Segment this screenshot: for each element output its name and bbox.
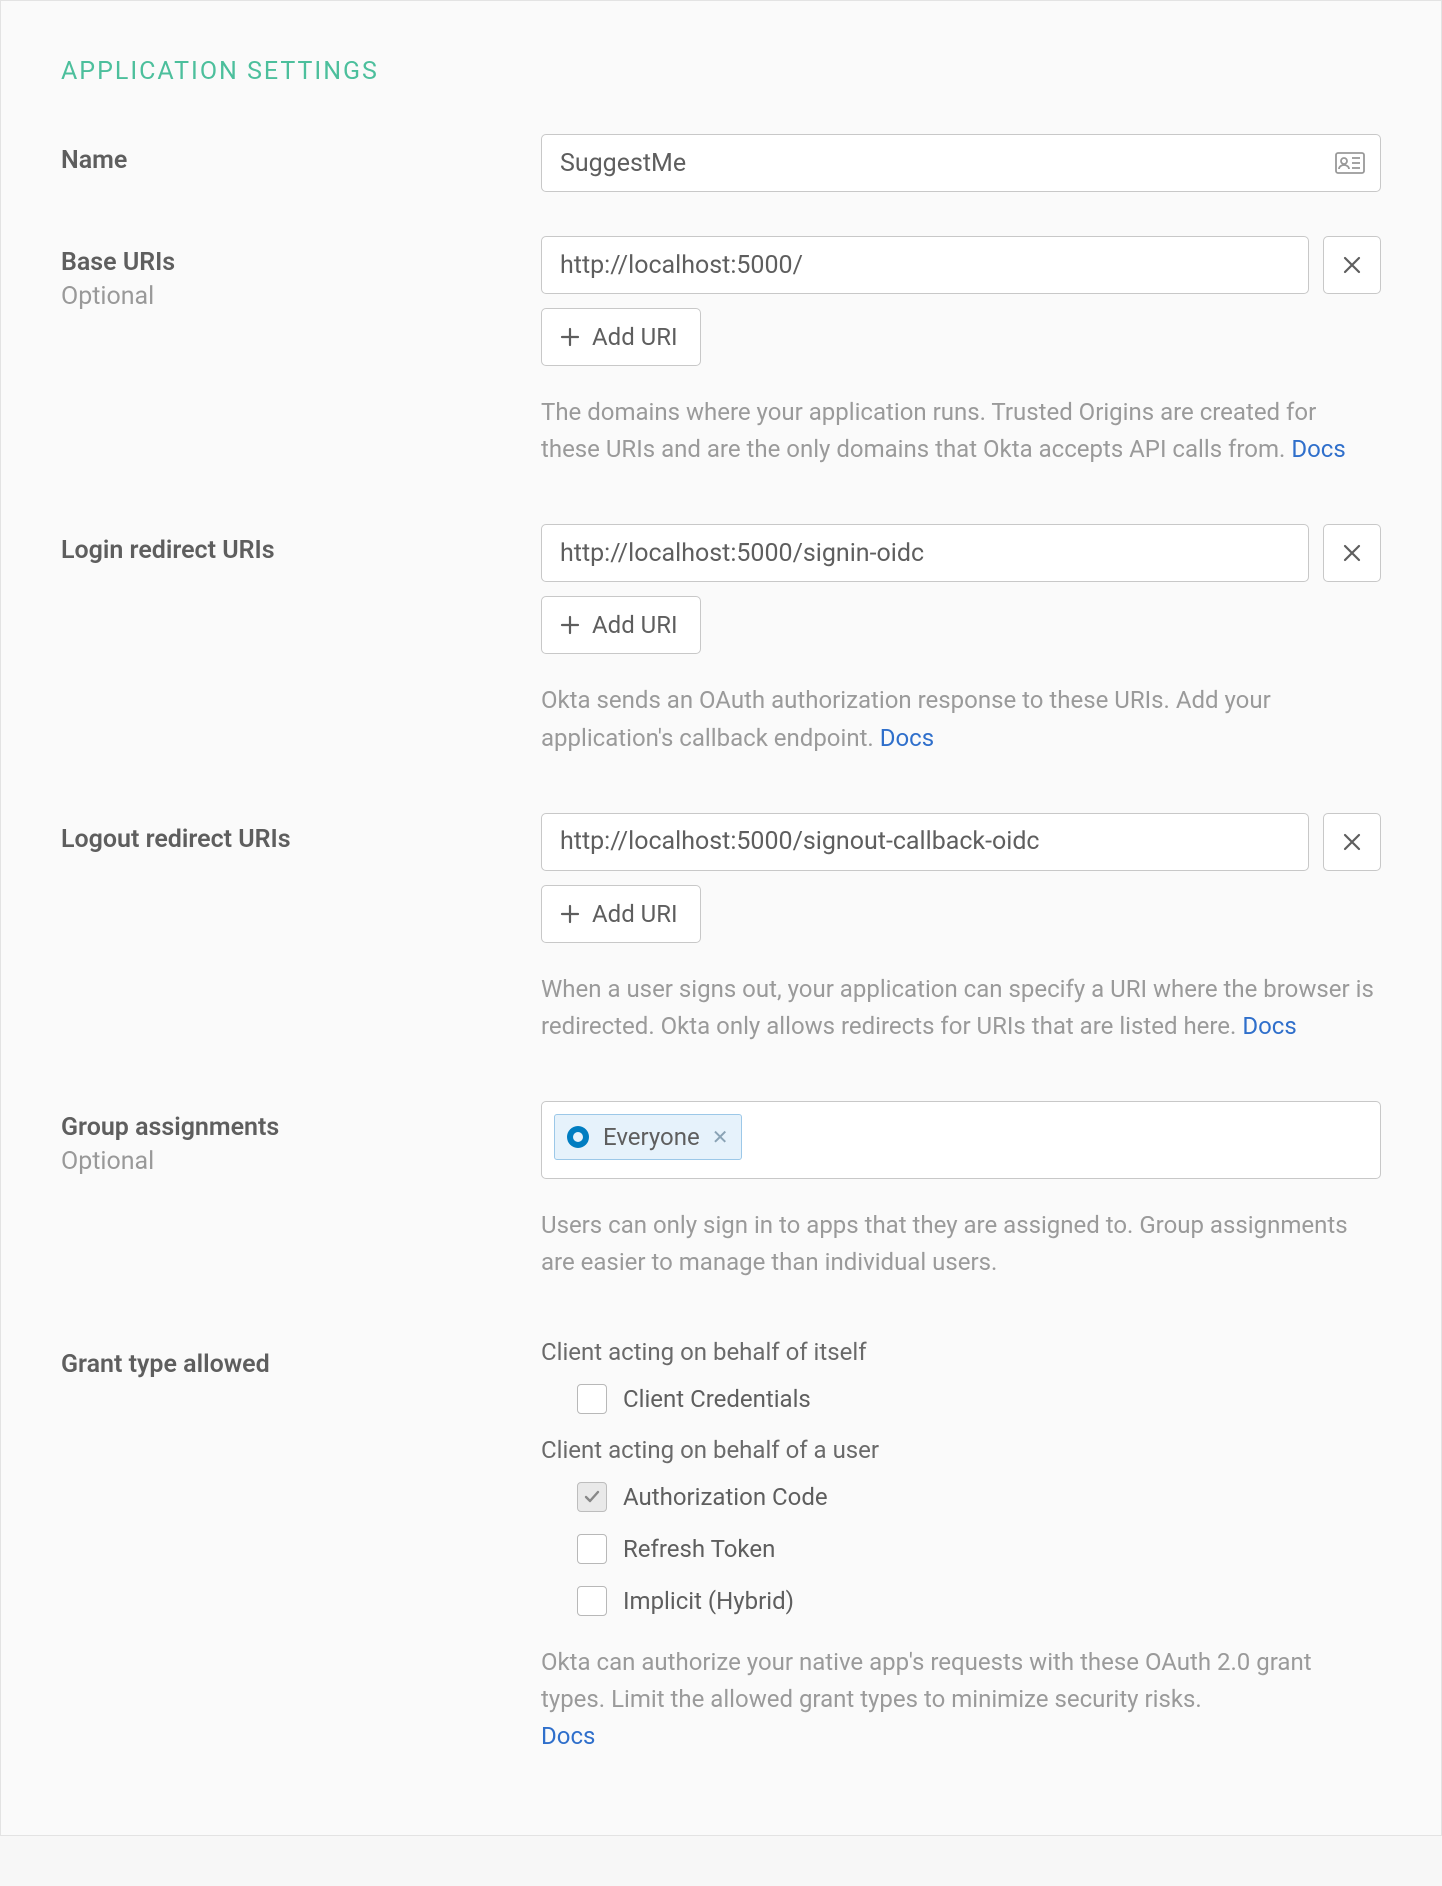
checkbox-client-credentials[interactable] [577,1384,607,1414]
check-label-client-credentials: Client Credentials [623,1385,811,1413]
checkbox-refresh-token[interactable] [577,1534,607,1564]
group-chip-label: Everyone [603,1123,700,1151]
logout-redirect-help: When a user signs out, your application … [541,971,1381,1045]
add-logout-redirect-button[interactable]: Add URI [541,885,701,943]
add-base-uri-label: Add URI [592,323,678,351]
plus-icon [560,327,580,347]
grant-types-docs-link[interactable]: Docs [541,1722,595,1750]
login-redirect-input[interactable] [541,524,1309,582]
add-logout-redirect-label: Add URI [592,900,678,928]
login-redirect-help: Okta sends an OAuth authorization respon… [541,682,1381,756]
id-card-icon [1335,152,1365,174]
grant-types-help: Okta can authorize your native app's req… [541,1644,1381,1756]
grant-types-help-text: Okta can authorize your native app's req… [541,1648,1312,1713]
add-base-uri-button[interactable]: Add URI [541,308,701,366]
remove-chip-button[interactable]: ✕ [712,1127,729,1147]
remove-base-uri-button[interactable] [1323,236,1381,294]
plus-icon [560,904,580,924]
group-assignments-label: Group assignments [61,1111,541,1145]
logout-redirect-label: Logout redirect URIs [61,823,541,857]
check-label-refresh-token: Refresh Token [623,1535,775,1563]
okta-logo-icon [565,1124,591,1150]
section-title: APPLICATION SETTINGS [61,57,1381,86]
check-label-authorization-code: Authorization Code [623,1483,828,1511]
name-label: Name [61,144,541,178]
close-icon [1342,255,1362,275]
base-uris-sublabel: Optional [61,282,541,311]
group-assignments-help: Users can only sign in to apps that they… [541,1207,1381,1281]
base-uris-help: The domains where your application runs.… [541,394,1381,468]
row-group-assignments: Group assignments Optional Everyone ✕ Us… [61,1101,1381,1281]
logout-redirect-docs-link[interactable]: Docs [1242,1012,1296,1040]
application-settings-panel: APPLICATION SETTINGS Name [0,0,1442,1836]
row-login-redirect: Login redirect URIs Add URI Okta sends a… [61,524,1381,756]
name-input[interactable] [541,134,1381,192]
logout-redirect-input[interactable] [541,813,1309,871]
group-assignments-input[interactable]: Everyone ✕ [541,1101,1381,1179]
remove-logout-redirect-button[interactable] [1323,813,1381,871]
login-redirect-label: Login redirect URIs [61,534,541,568]
add-login-redirect-button[interactable]: Add URI [541,596,701,654]
grant-types-label: Grant type allowed [61,1348,541,1382]
base-uris-help-text: The domains where your application runs.… [541,398,1316,463]
check-row-implicit: Implicit (Hybrid) [577,1586,1381,1616]
group-chip: Everyone ✕ [554,1114,742,1160]
close-icon [1342,832,1362,852]
base-uris-docs-link[interactable]: Docs [1291,435,1345,463]
check-row-client-credentials: Client Credentials [577,1384,1381,1414]
checkbox-implicit[interactable] [577,1586,607,1616]
add-login-redirect-label: Add URI [592,611,678,639]
checkbox-authorization-code[interactable] [577,1482,607,1512]
login-redirect-docs-link[interactable]: Docs [880,724,934,752]
grant-user-heading: Client acting on behalf of a user [541,1436,1381,1464]
check-row-refresh-token: Refresh Token [577,1534,1381,1564]
row-base-uris: Base URIs Optional Add URI The domains w… [61,236,1381,468]
plus-icon [560,615,580,635]
label-name: Name [61,134,541,178]
row-name: Name [61,134,1381,192]
group-assignments-sublabel: Optional [61,1147,541,1176]
row-logout-redirect: Logout redirect URIs Add URI When a user… [61,813,1381,1045]
grant-self-heading: Client acting on behalf of itself [541,1338,1381,1366]
base-uri-input[interactable] [541,236,1309,294]
close-icon [1342,543,1362,563]
check-row-auth-code: Authorization Code [577,1482,1381,1512]
row-grant-types: Grant type allowed Client acting on beha… [61,1338,1381,1756]
remove-login-redirect-button[interactable] [1323,524,1381,582]
base-uris-label: Base URIs [61,246,541,280]
check-label-implicit: Implicit (Hybrid) [623,1587,794,1615]
